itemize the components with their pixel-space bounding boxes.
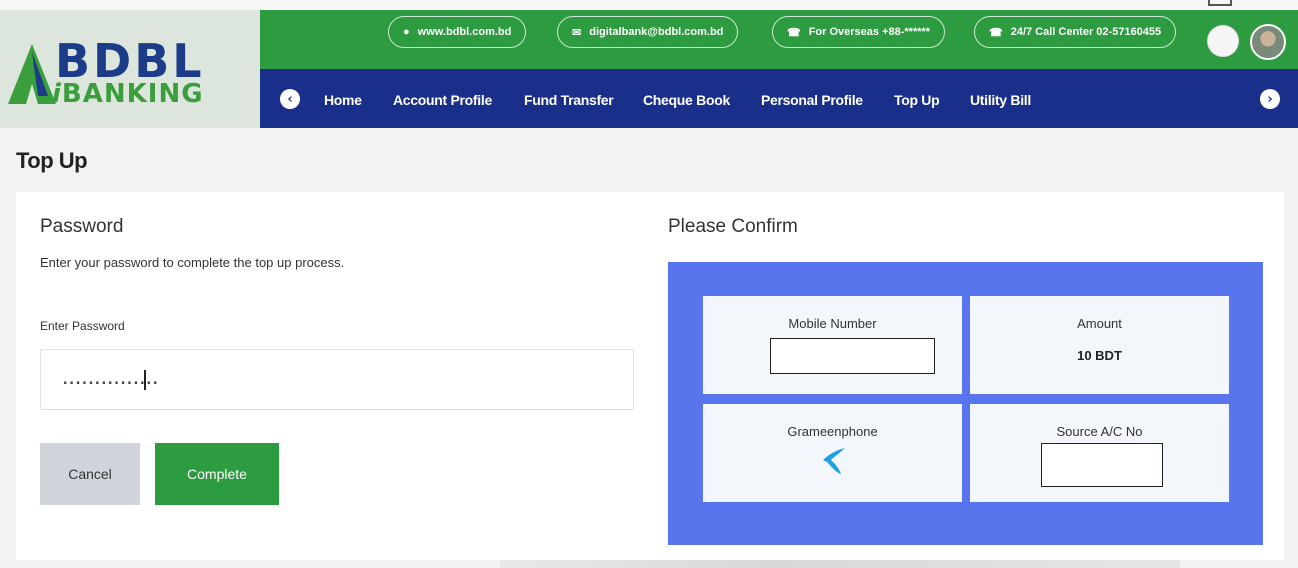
overseas-phone-text: For Overseas +88-****** bbox=[808, 26, 931, 38]
logo-text-ibanking: iBANKING bbox=[52, 79, 204, 109]
amount-tile: Amount 10 BDT bbox=[970, 296, 1229, 394]
confirm-panel: Mobile Number Amount 10 BDT Grameenphone… bbox=[668, 262, 1263, 545]
password-input[interactable] bbox=[40, 349, 634, 410]
nav-item-home[interactable]: Home bbox=[324, 92, 362, 108]
mobile-number-label: Mobile Number bbox=[788, 316, 877, 331]
logo-text-bdbl: BDBL bbox=[55, 34, 205, 88]
nav-item-top-up[interactable]: Top Up bbox=[894, 92, 940, 108]
bdbl-logo[interactable]: BDBL iBANKING bbox=[0, 10, 260, 128]
source-account-redacted bbox=[1041, 443, 1163, 487]
logo-triangle-icon bbox=[8, 44, 56, 104]
complete-button[interactable]: Complete bbox=[155, 443, 279, 505]
page-title: Top Up bbox=[16, 148, 88, 173]
overseas-phone-link[interactable]: ☎ For Overseas +88-****** bbox=[772, 16, 946, 48]
grameenphone-logo-icon bbox=[823, 448, 845, 474]
mobile-number-tile: Mobile Number bbox=[703, 296, 962, 394]
nav-prev-icon[interactable]: ‹ bbox=[280, 89, 300, 109]
nav-item-personal-profile[interactable]: Personal Profile bbox=[761, 92, 863, 108]
website-link[interactable]: ● www.bdbl.com.bd bbox=[388, 16, 527, 48]
password-description: Enter your password to complete the top … bbox=[40, 255, 345, 270]
amount-value: 10 BDT bbox=[1077, 348, 1122, 363]
nav-item-fund-transfer[interactable]: Fund Transfer bbox=[524, 92, 614, 108]
mail-icon: ✉ bbox=[572, 26, 582, 39]
cancel-button[interactable]: Cancel bbox=[40, 443, 140, 505]
nav-item-account-profile[interactable]: Account Profile bbox=[393, 92, 492, 108]
nav-item-cheque-book[interactable]: Cheque Book bbox=[643, 92, 730, 108]
source-account-label: Source A/C No bbox=[1056, 424, 1143, 439]
confirm-section-title: Please Confirm bbox=[668, 216, 798, 237]
source-account-tile: Source A/C No bbox=[970, 404, 1229, 502]
phone-icon: ☎ bbox=[787, 26, 801, 39]
phone-icon: ☎ bbox=[989, 26, 1003, 39]
window-control-icon[interactable] bbox=[1208, 0, 1232, 6]
nav-next-icon[interactable]: › bbox=[1260, 89, 1280, 109]
nav-item-utility-bill[interactable]: Utility Bill bbox=[970, 92, 1031, 108]
operator-label: Grameenphone bbox=[787, 424, 878, 439]
amount-label: Amount bbox=[1077, 316, 1122, 331]
email-link[interactable]: ✉ digitalbank@bdbl.com.bd bbox=[557, 16, 739, 48]
text-caret bbox=[144, 370, 146, 390]
user-avatar[interactable] bbox=[1250, 24, 1286, 60]
password-label: Enter Password bbox=[40, 319, 125, 333]
password-section-title: Password bbox=[40, 216, 124, 237]
mobile-number-redacted bbox=[770, 338, 935, 374]
call-center-text: 24/7 Call Center 02-57160455 bbox=[1010, 26, 1162, 38]
notification-icon[interactable] bbox=[1207, 25, 1239, 57]
operator-tile: Grameenphone bbox=[703, 404, 962, 502]
browser-top-strip bbox=[0, 0, 1298, 10]
globe-icon: ● bbox=[403, 26, 410, 38]
bottom-artifact bbox=[500, 560, 1180, 568]
email-text: digitalbank@bdbl.com.bd bbox=[589, 26, 724, 38]
call-center-link[interactable]: ☎ 24/7 Call Center 02-57160455 bbox=[974, 16, 1177, 48]
website-text: www.bdbl.com.bd bbox=[417, 26, 512, 38]
